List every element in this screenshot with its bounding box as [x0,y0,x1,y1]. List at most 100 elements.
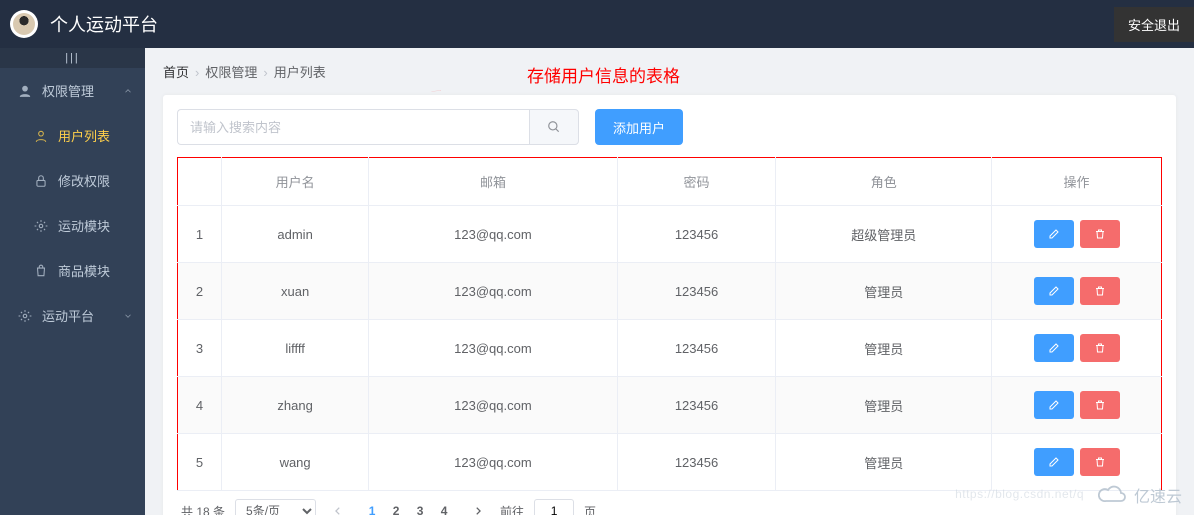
chevron-up-icon [123,86,133,96]
cell-actions [992,377,1162,434]
pagination-prev[interactable] [326,499,350,515]
cell-email: 123@qq.com [369,206,617,263]
pagination-page[interactable]: 3 [408,499,432,515]
sidebar-item-label: 运动平台 [42,306,94,325]
cloud-icon [1098,485,1128,505]
delete-button[interactable] [1080,220,1120,248]
chevron-down-icon [123,311,133,321]
sidebar: ||| 权限管理用户列表修改权限运动模块商品模块运动平台 [0,48,145,515]
search-button[interactable] [529,109,579,145]
cell-role: 超级管理员 [776,206,992,263]
trash-icon [1094,342,1106,354]
pagination-jump-unit: 页 [584,503,596,515]
user-outline-icon [34,129,48,143]
sidebar-item-0[interactable]: 权限管理 [0,68,145,113]
table-header: 角色 [776,158,992,206]
user-table: 用户名邮箱密码角色操作 1admin123@qq.com123456超级管理员2… [177,157,1162,491]
breadcrumb-item[interactable]: 权限管理 [205,65,257,80]
sidebar-subitem-0-2[interactable]: 运动模块 [0,203,145,248]
pagination-jump-label: 前往 [500,503,524,515]
cell-password: 123456 [617,434,776,491]
app-logo [10,10,38,38]
cell-password: 123456 [617,206,776,263]
add-user-button[interactable]: 添加用户 [595,109,683,145]
delete-button[interactable] [1080,391,1120,419]
pagination-jump-input[interactable] [534,499,574,515]
cell-actions [992,320,1162,377]
cell-role: 管理员 [776,263,992,320]
cell-role: 管理员 [776,320,992,377]
pagination-page[interactable]: 2 [384,499,408,515]
table-row: 4zhang123@qq.com123456管理员 [178,377,1162,434]
table-row: 2xuan123@qq.com123456管理员 [178,263,1162,320]
chevron-right-icon [473,506,483,515]
delete-button[interactable] [1080,277,1120,305]
edit-button[interactable] [1034,277,1074,305]
table-header: 邮箱 [369,158,617,206]
toolbar: 添加用户 [177,109,1162,145]
cell-email: 123@qq.com [369,434,617,491]
app-header: 个人运动平台 安全退出 [0,0,1194,48]
trash-icon [1094,456,1106,468]
logout-button[interactable]: 安全退出 [1114,7,1194,42]
pagination-next[interactable] [466,499,490,515]
edit-icon [1048,399,1060,411]
cell-username: admin [222,206,369,263]
breadcrumb-item: 用户列表 [274,65,326,80]
sidebar-item-1[interactable]: 运动平台 [0,293,145,338]
cell-username: zhang [222,377,369,434]
page-size-select[interactable]: 5条/页 [235,499,316,515]
table-header: 操作 [992,158,1162,206]
cell-username: liffff [222,320,369,377]
cell-email: 123@qq.com [369,320,617,377]
table-header: 用户名 [222,158,369,206]
cell-actions [992,206,1162,263]
sidebar-subitem-0-3[interactable]: 商品模块 [0,248,145,293]
cell-username: xuan [222,263,369,320]
cell-role: 管理员 [776,377,992,434]
edit-button[interactable] [1034,448,1074,476]
cell-index: 2 [178,263,222,320]
cell-index: 4 [178,377,222,434]
sidebar-item-label: 商品模块 [58,261,110,280]
pagination-page[interactable]: 1 [360,499,384,515]
pagination-page[interactable]: 4 [432,499,456,515]
watermark-url: https://blog.csdn.net/q [955,487,1084,501]
sidebar-collapse-toggle[interactable]: ||| [0,48,145,68]
table-row: 1admin123@qq.com123456超级管理员 [178,206,1162,263]
trash-icon [1094,285,1106,297]
edit-button[interactable] [1034,334,1074,362]
edit-icon [1048,285,1060,297]
cell-email: 123@qq.com [369,377,617,434]
app-title: 个人运动平台 [50,11,1114,37]
search-group [177,109,579,145]
cell-role: 管理员 [776,434,992,491]
table-row: 3liffff123@qq.com123456管理员 [178,320,1162,377]
user-solid-icon [18,84,32,98]
breadcrumb-item[interactable]: 首页 [163,65,189,80]
sidebar-item-label: 运动模块 [58,216,110,235]
pagination-total: 共 18 条 [181,503,225,515]
bag-icon [34,264,48,278]
content-card: 添加用户 用户名邮箱密码角色操作 1admin123@qq.com123456超… [163,95,1176,515]
breadcrumb: 首页›权限管理›用户列表 [163,62,1176,81]
cell-username: wang [222,434,369,491]
sidebar-subitem-0-1[interactable]: 修改权限 [0,158,145,203]
edit-icon [1048,228,1060,240]
table-header: 密码 [617,158,776,206]
edit-icon [1048,456,1060,468]
sidebar-item-label: 修改权限 [58,171,110,190]
search-input[interactable] [177,109,529,145]
edit-button[interactable] [1034,391,1074,419]
main-content: 首页›权限管理›用户列表 存储用户信息的表格 添加用户 用户名邮箱密码角色操作 … [145,48,1194,515]
table-header [178,158,222,206]
sidebar-subitem-0-0[interactable]: 用户列表 [0,113,145,158]
cell-index: 1 [178,206,222,263]
delete-button[interactable] [1080,334,1120,362]
cell-index: 5 [178,434,222,491]
edit-button[interactable] [1034,220,1074,248]
delete-button[interactable] [1080,448,1120,476]
annotation-arrow [343,90,529,92]
cell-password: 123456 [617,263,776,320]
cell-email: 123@qq.com [369,263,617,320]
